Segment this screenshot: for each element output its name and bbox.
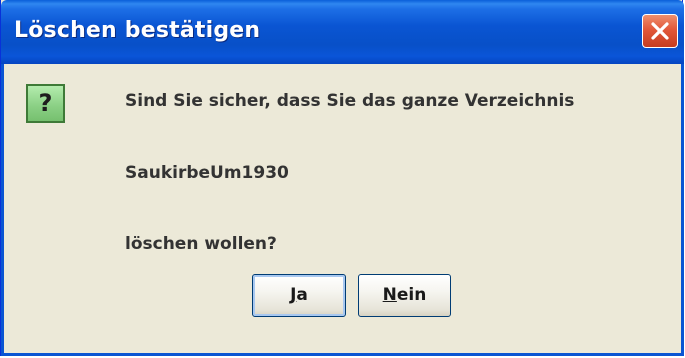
message-line-3: löschen wollen? <box>125 234 277 254</box>
close-button[interactable] <box>642 14 678 48</box>
no-button[interactable]: Nein <box>358 274 451 317</box>
dialog-title: Löschen bestätigen <box>14 18 261 43</box>
yes-button[interactable]: Ja <box>252 274 346 317</box>
close-icon <box>651 22 669 40</box>
title-bar[interactable]: Löschen bestätigen <box>1 0 684 64</box>
question-icon: ? <box>26 84 65 123</box>
message-line-1: Sind Sie sicher, dass Sie das ganze Verz… <box>125 91 575 111</box>
no-label-rest: ein <box>396 285 427 305</box>
question-glyph: ? <box>38 89 53 117</box>
message-directory-name: SaukirbeUm1930 <box>125 163 289 183</box>
confirm-delete-dialog: Löschen bestätigen ? Sind Sie sicher, da… <box>0 0 684 356</box>
yes-label-rest: a <box>296 285 308 305</box>
dialog-body: ? Sind Sie sicher, dass Sie das ganze Ve… <box>1 64 684 356</box>
no-mnemonic: N <box>382 285 397 305</box>
